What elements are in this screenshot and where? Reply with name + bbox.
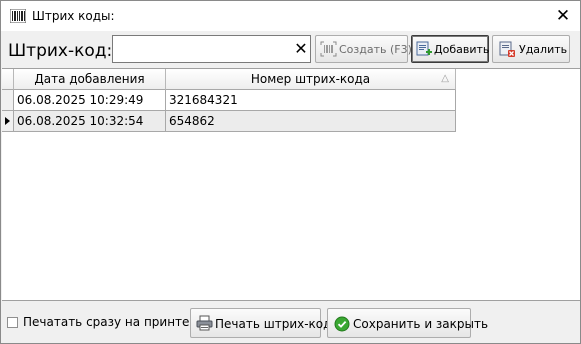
column-header-number-label: Номер штрих-кода — [250, 72, 371, 86]
clear-barcode-button[interactable]: ✕ — [294, 39, 308, 59]
delete-button[interactable]: Удалить — [492, 35, 570, 63]
row-indicator[interactable] — [2, 90, 14, 111]
cell-date[interactable]: 06.08.2025 10:29:49 — [14, 90, 166, 111]
barcode-label: Штрих-код: — [8, 41, 113, 61]
barcode-field[interactable]: ✕ — [112, 35, 311, 63]
column-header-number[interactable]: Номер штрих-кода △ — [166, 69, 456, 90]
barcode-icon — [9, 8, 27, 24]
row-indicator-header — [2, 69, 14, 90]
add-button[interactable]: Добавить — [411, 35, 489, 63]
add-document-icon — [416, 41, 432, 56]
delete-document-icon — [499, 41, 515, 57]
title-bar: Штрих коды: ✕ — [1, 1, 580, 31]
cell-number[interactable]: 654862 — [166, 111, 456, 132]
barcodes-grid[interactable]: Дата добавления Номер штрих-кода △ 06.08… — [2, 68, 580, 301]
barcodes-dialog: Штрих коды: ✕ Штрих-код: ✕ Создать (F3) — [0, 0, 581, 344]
table-row[interactable]: 06.08.2025 10:29:49 321684321 — [2, 90, 456, 111]
current-row-arrow-icon — [5, 117, 10, 125]
print-barcode-label: Печать штрих-кода — [215, 317, 339, 331]
create-button[interactable]: Создать (F3) — [315, 35, 412, 63]
sort-ascending-icon: △ — [441, 73, 449, 84]
cell-number[interactable]: 321684321 — [166, 90, 456, 111]
save-and-close-button[interactable]: Сохранить и закрыть — [327, 308, 488, 338]
barcode-scan-icon — [320, 41, 337, 57]
check-icon — [334, 316, 350, 332]
close-button[interactable]: ✕ — [553, 7, 573, 25]
column-header-date[interactable]: Дата добавления — [14, 69, 166, 90]
toolbar: Штрих-код: ✕ Создать (F3) Добавить Удали… — [1, 32, 580, 68]
add-button-label: Добавить — [434, 43, 490, 56]
delete-button-label: Удалить — [519, 43, 568, 56]
print-barcode-button[interactable]: Печать штрих-кода — [190, 308, 339, 338]
print-immediately-label[interactable]: Печатать сразу на принтер — [23, 315, 197, 329]
window-title: Штрих коды: — [32, 9, 115, 23]
save-and-close-label: Сохранить и закрыть — [353, 317, 489, 331]
create-button-label: Создать (F3) — [339, 43, 412, 56]
cell-date[interactable]: 06.08.2025 10:32:54 — [14, 111, 166, 132]
bottom-bar: Печатать сразу на принтер Печать штрих-к… — [1, 302, 580, 344]
table-row[interactable]: 06.08.2025 10:32:54 654862 — [2, 111, 456, 132]
row-indicator[interactable] — [2, 111, 14, 132]
print-immediately-checkbox[interactable] — [7, 317, 18, 328]
printer-icon — [196, 315, 213, 331]
barcode-input[interactable] — [115, 38, 293, 60]
